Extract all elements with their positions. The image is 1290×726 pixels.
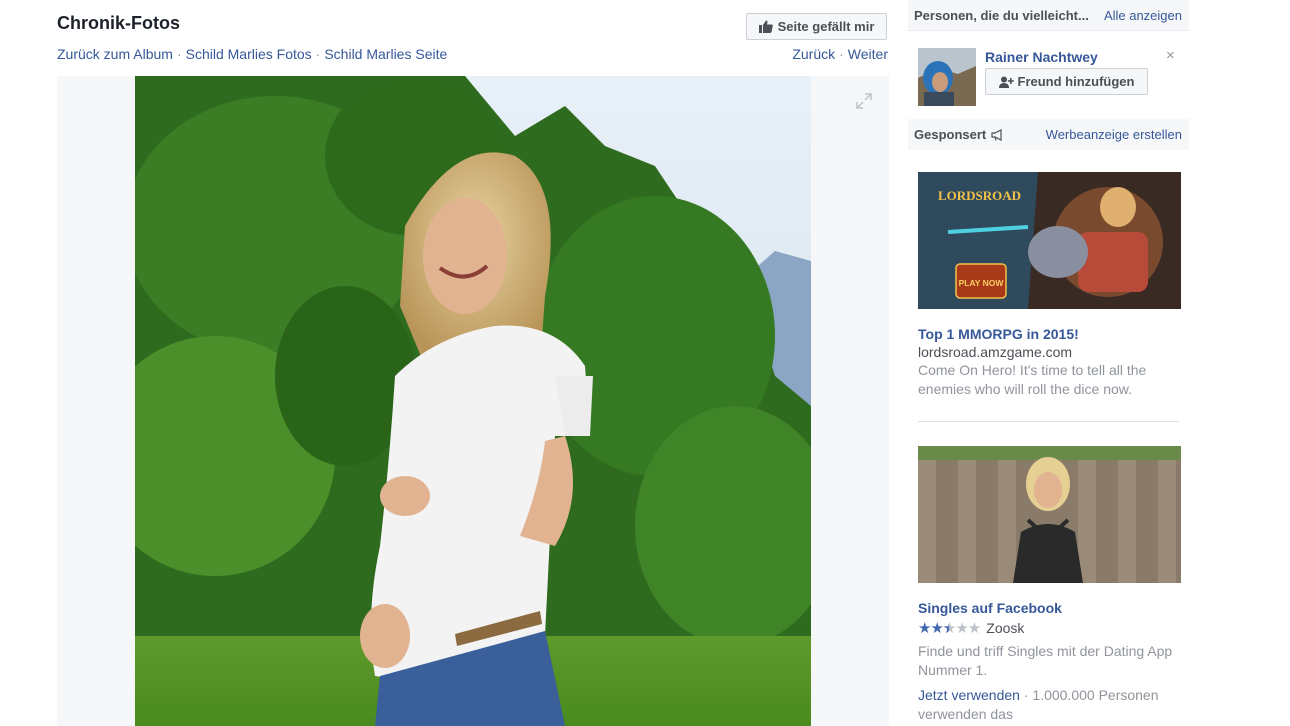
ad-title[interactable]: Singles auf Facebook xyxy=(918,600,1062,616)
next-photo-link[interactable]: Weiter xyxy=(848,46,888,62)
ad-cta: Jetzt verwenden · 1.000.000 Personen ver… xyxy=(918,686,1183,724)
ad-image-lordsroad[interactable]: LORDSROAD PLAY NOW xyxy=(918,172,1181,309)
avatar[interactable] xyxy=(918,48,976,106)
ad-divider xyxy=(918,421,1179,422)
pymk-heading: Personen, die du vielleicht... xyxy=(914,7,1089,23)
sponsored-header: Gesponsert Werbeanzeige erstellen xyxy=(908,119,1189,150)
thumbs-up-icon xyxy=(758,20,773,33)
photo-pager: Zurück · Weiter xyxy=(792,46,888,62)
ad-body: Come On Hero! It's time to tell all the … xyxy=(918,362,1147,397)
ad-title[interactable]: Top 1 MMORPG in 2015! xyxy=(918,326,1079,342)
breadcrumb-separator: · xyxy=(176,46,182,62)
breadcrumb-page[interactable]: Schild Marlies Seite xyxy=(324,46,447,62)
add-friend-label: Freund hinzufügen xyxy=(1017,74,1135,89)
fullscreen-icon[interactable] xyxy=(855,92,873,110)
ad-rating: ★★★★★★ Zoosk xyxy=(918,619,1024,637)
star-rating-icon: ★★★★★★ xyxy=(918,620,981,637)
breadcrumb-back-to-album[interactable]: Zurück zum Album xyxy=(57,46,173,62)
ad-image-singles[interactable] xyxy=(918,446,1181,583)
like-page-button[interactable]: Seite gefällt mir xyxy=(746,13,887,40)
sponsored-heading: Gesponsert xyxy=(914,127,1004,142)
breadcrumb-photos[interactable]: Schild Marlies Fotos xyxy=(186,46,312,62)
suggested-friend-name[interactable]: Rainer Nachtwey xyxy=(985,49,1098,65)
previous-photo-link[interactable]: Zurück xyxy=(792,46,835,62)
breadcrumb: Zurück zum Album · Schild Marlies Fotos · Sc… xyxy=(57,46,447,62)
close-icon[interactable]: × xyxy=(1166,47,1175,64)
sponsored-label: Gesponsert xyxy=(914,127,987,142)
ad-image-play-button: PLAY NOW xyxy=(959,278,1005,288)
photo-viewer xyxy=(57,76,889,726)
breadcrumb-separator: · xyxy=(315,46,321,62)
add-friend-button[interactable]: Freund hinzufügen xyxy=(985,68,1148,95)
ad-body: Finde und triff Singles mit der Dating A… xyxy=(918,643,1173,678)
page-title: Chronik-Fotos xyxy=(57,13,180,33)
use-now-link[interactable]: Jetzt verwenden xyxy=(918,687,1020,703)
main-photo[interactable] xyxy=(135,76,811,726)
create-ad-link[interactable]: Werbeanzeige erstellen xyxy=(1046,127,1182,142)
ad-image-brand: LORDSROAD xyxy=(938,188,1021,203)
see-all-link[interactable]: Alle anzeigen xyxy=(1104,8,1182,23)
ad-domain: lordsroad.amzgame.com xyxy=(918,344,1073,360)
pymk-header: Personen, die du vielleicht... Alle anze… xyxy=(908,0,1189,31)
megaphone-icon xyxy=(991,128,1002,141)
rating-source: Zoosk xyxy=(986,620,1025,636)
add-friend-icon xyxy=(998,76,1014,88)
pager-separator: · xyxy=(839,46,844,62)
like-page-label: Seite gefällt mir xyxy=(777,19,875,34)
